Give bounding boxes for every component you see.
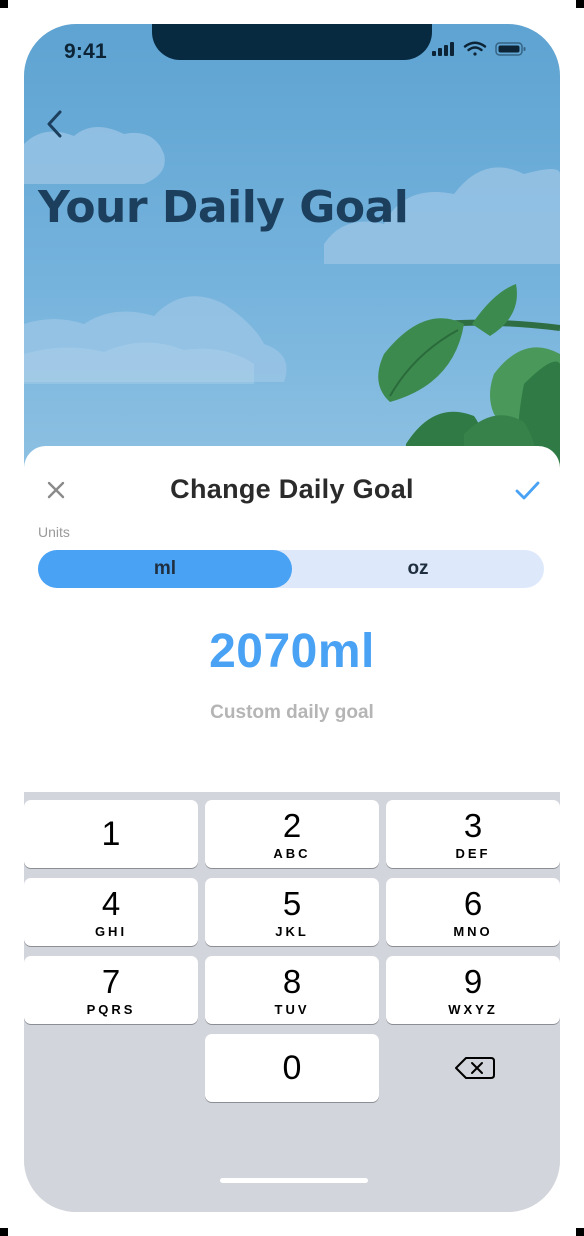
key-digit: 8 — [282, 963, 302, 1000]
key-digit: 1 — [101, 815, 121, 853]
key-digit: 0 — [282, 1049, 302, 1087]
device-frame: 9:41 Your Daily Goal Change Daily Goal U… — [0, 0, 584, 1236]
phone-screen: 9:41 Your Daily Goal Change Daily Goal U… — [24, 24, 560, 1212]
keypad-key-4[interactable]: 4 GHI — [24, 878, 198, 946]
home-indicator[interactable] — [220, 1178, 368, 1183]
chevron-left-icon — [47, 110, 62, 138]
goal-value: 2070ml — [209, 625, 375, 678]
keypad-key-8[interactable]: 8 TUV — [205, 956, 379, 1024]
delete-key[interactable] — [386, 1034, 560, 1102]
key-letters: JKL — [275, 924, 309, 939]
confirm-button[interactable] — [512, 476, 542, 506]
key-digit: 3 — [463, 807, 483, 844]
sheet-title: Change Daily Goal — [170, 474, 414, 504]
key-letters: GHI — [94, 924, 128, 939]
keypad-key-1[interactable]: 1 — [24, 800, 198, 868]
hero-banner: 9:41 Your Daily Goal — [24, 24, 560, 474]
key-digit: 5 — [282, 885, 302, 922]
goal-caption: Custom daily goal — [210, 702, 374, 723]
key-letters: MNO — [453, 924, 493, 939]
backspace-icon — [455, 1057, 495, 1079]
unit-option-ml[interactable]: ml — [38, 550, 292, 588]
status-icons — [430, 41, 530, 62]
sky-illustration — [24, 126, 560, 474]
key-letters: ABC — [273, 846, 311, 861]
key-letters: WXYZ — [448, 1002, 498, 1017]
change-goal-sheet: Change Daily Goal Units ml oz 2070ml Cus… — [24, 446, 560, 792]
key-letters: TUV — [274, 1002, 310, 1017]
page-title: Your Daily Goal — [38, 182, 409, 233]
frame-corner — [0, 1228, 8, 1236]
key-letters: PQRS — [86, 1002, 136, 1017]
keypad-key-2[interactable]: 2 ABC — [205, 800, 379, 868]
frame-corner — [576, 0, 584, 8]
keypad-key-0[interactable]: 0 — [205, 1034, 379, 1102]
checkmark-icon — [515, 481, 540, 500]
back-button[interactable] — [40, 104, 72, 144]
keypad-key-3[interactable]: 3 DEF — [386, 800, 560, 868]
units-label: Units — [38, 524, 70, 540]
key-digit: 4 — [101, 885, 121, 922]
keypad-key-7[interactable]: 7 PQRS — [24, 956, 198, 1024]
frame-corner — [576, 1228, 584, 1236]
status-time: 9:41 — [64, 40, 107, 63]
frame-corner — [0, 0, 8, 8]
device-notch — [152, 24, 432, 60]
cellular-signal-icon — [432, 42, 454, 56]
key-digit: 2 — [282, 807, 302, 844]
battery-icon — [495, 42, 526, 56]
keypad-key-9[interactable]: 9 WXYZ — [386, 956, 560, 1024]
keypad-key-5[interactable]: 5 JKL — [205, 878, 379, 946]
units-segmented-control: ml oz — [38, 550, 544, 588]
unit-option-oz[interactable]: oz — [292, 550, 544, 588]
numeric-keypad: 1 2 ABC 3 DEF 4 GHI 5 JKL 6 MNO 7 PQRS 8… — [24, 792, 560, 1212]
key-digit: 7 — [101, 963, 121, 1000]
wifi-icon — [463, 41, 487, 56]
keypad-key-6[interactable]: 6 MNO — [386, 878, 560, 946]
key-digit: 6 — [463, 885, 483, 922]
key-letters: DEF — [455, 846, 491, 861]
key-digit: 9 — [463, 963, 483, 1000]
